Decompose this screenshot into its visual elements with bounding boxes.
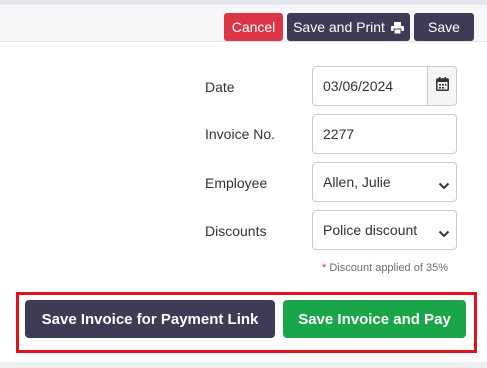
discounts-select[interactable]: Police discount [312, 210, 457, 250]
date-field[interactable]: 03/06/2024 [312, 66, 428, 106]
required-star: * [322, 262, 327, 274]
save-button[interactable]: Save [414, 13, 474, 41]
invoice-no-field[interactable]: 2277 [312, 114, 457, 154]
printer-icon [390, 21, 404, 35]
date-picker-button[interactable] [427, 66, 457, 106]
date-label: Date [205, 79, 235, 95]
invoice-no-value: 2277 [323, 126, 355, 142]
cancel-button[interactable]: Cancel [224, 13, 283, 41]
date-value: 03/06/2024 [323, 78, 394, 94]
employee-label: Employee [205, 175, 268, 191]
save-invoice-and-pay-button[interactable]: Save Invoice and Pay [283, 300, 466, 338]
discount-note-text: Discount applied of 35% [329, 262, 448, 274]
save-invoice-payment-link-button[interactable]: Save Invoice for Payment Link [25, 300, 275, 338]
chevron-down-icon [438, 226, 450, 238]
invoice-no-label: Invoice No. [205, 126, 276, 142]
discounts-value: Police discount [323, 222, 418, 238]
employee-value: Allen, Julie [323, 174, 391, 190]
calendar-icon [435, 76, 449, 96]
toolbar: Cancel Save and Print Save [0, 5, 487, 42]
discount-note: * Discount applied of 35% [322, 262, 448, 274]
bottom-strip [0, 362, 487, 368]
discounts-label: Discounts [205, 223, 267, 239]
save-and-print-label: Save and Print [293, 19, 385, 35]
save-and-print-button[interactable]: Save and Print [287, 13, 410, 41]
chevron-down-icon [438, 178, 450, 190]
employee-select[interactable]: Allen, Julie [312, 162, 457, 202]
